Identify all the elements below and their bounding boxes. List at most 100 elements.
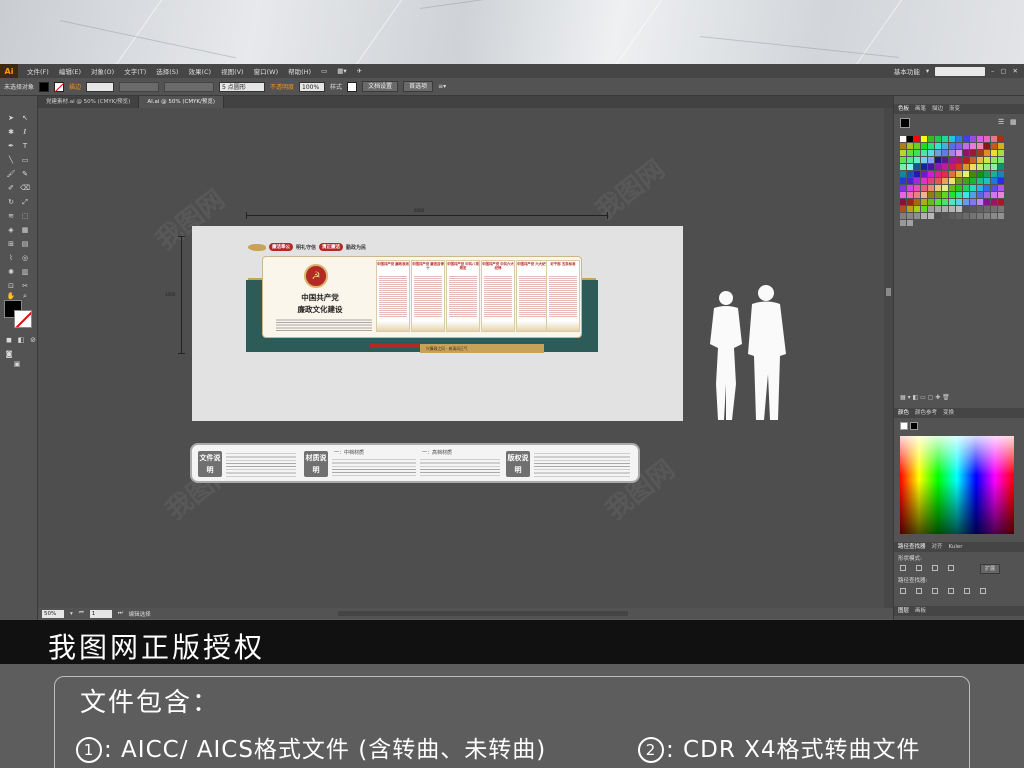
color-swatch[interactable] — [949, 171, 955, 177]
color-swatch[interactable] — [977, 185, 983, 191]
color-swatch[interactable] — [963, 164, 969, 170]
color-swatch[interactable] — [914, 150, 920, 156]
crop-icon[interactable] — [948, 588, 954, 594]
opacity-field[interactable]: 100% — [299, 81, 326, 92]
color-swatch[interactable] — [914, 136, 920, 142]
artboard-tool-icon[interactable]: ⊡ — [6, 282, 16, 291]
color-swatch[interactable] — [942, 150, 948, 156]
color-swatch[interactable] — [956, 150, 962, 156]
color-swatch[interactable] — [991, 150, 997, 156]
color-swatch[interactable] — [998, 157, 1004, 163]
color-swatch[interactable] — [900, 157, 906, 163]
color-swatch[interactable] — [907, 136, 913, 142]
color-swatch[interactable] — [928, 143, 934, 149]
menu-help[interactable]: 帮助(H) — [283, 66, 316, 76]
color-swatch[interactable] — [928, 199, 934, 205]
color-swatch[interactable] — [956, 136, 962, 142]
horizontal-scrollbar[interactable] — [338, 611, 628, 616]
color-swatch[interactable] — [928, 164, 934, 170]
grid-view-icon[interactable]: ▦ — [1010, 118, 1017, 126]
color-swatch[interactable] — [970, 164, 976, 170]
tab-brushes[interactable]: 画笔 — [915, 104, 926, 114]
bridge-icon[interactable]: ▭ — [316, 67, 332, 75]
color-swatch[interactable] — [956, 185, 962, 191]
color-swatch[interactable] — [942, 185, 948, 191]
color-swatch[interactable] — [921, 143, 927, 149]
color-swatch[interactable] — [984, 178, 990, 184]
color-swatch[interactable] — [970, 185, 976, 191]
color-swatch[interactable] — [963, 199, 969, 205]
trim-icon[interactable] — [916, 588, 922, 594]
color-swatch[interactable] — [956, 143, 962, 149]
color-swatch[interactable] — [907, 150, 913, 156]
color-swatch[interactable] — [998, 136, 1004, 142]
color-swatch[interactable] — [900, 206, 906, 212]
color-swatch[interactable] — [935, 178, 941, 184]
color-swatch[interactable] — [991, 136, 997, 142]
color-swatch[interactable] — [991, 157, 997, 163]
color-swatch[interactable] — [991, 178, 997, 184]
color-swatch[interactable] — [907, 171, 913, 177]
color-swatch[interactable] — [963, 206, 969, 212]
color-swatch[interactable] — [970, 206, 976, 212]
scale-tool-icon[interactable]: ⤢ — [20, 198, 30, 207]
tab-align[interactable]: 对齐 — [932, 542, 943, 552]
menu-type[interactable]: 文字(T) — [119, 66, 151, 76]
color-swatch[interactable] — [984, 206, 990, 212]
color-swatch[interactable] — [900, 171, 906, 177]
color-swatch[interactable] — [956, 213, 962, 219]
tab-color[interactable]: 颜色 — [898, 408, 909, 418]
color-mode-icon[interactable]: ◼ — [4, 336, 14, 345]
color-swatch[interactable] — [935, 171, 941, 177]
color-swatch[interactable] — [963, 150, 969, 156]
color-swatch[interactable] — [977, 136, 983, 142]
color-swatch[interactable] — [914, 192, 920, 198]
color-fill-preview[interactable] — [910, 422, 918, 430]
color-swatch[interactable] — [984, 213, 990, 219]
color-stroke-preview[interactable] — [900, 422, 908, 430]
type-tool-icon[interactable]: T — [20, 142, 30, 151]
color-swatch[interactable] — [998, 185, 1004, 191]
stroke-swatch[interactable] — [54, 81, 65, 92]
minus-back-icon[interactable] — [980, 588, 986, 594]
shape-builder-tool-icon[interactable]: ◈ — [6, 226, 16, 235]
color-swatch[interactable] — [942, 136, 948, 142]
control-menu-icon[interactable]: ≡▾ — [438, 83, 446, 90]
color-swatch[interactable] — [949, 164, 955, 170]
warp-tool-icon[interactable]: ≋ — [6, 212, 16, 221]
color-swatch[interactable] — [956, 171, 962, 177]
workspace-switcher[interactable]: 基本功能 — [894, 66, 920, 76]
color-swatch[interactable] — [942, 206, 948, 212]
color-swatch[interactable] — [914, 157, 920, 163]
exclude-icon[interactable] — [948, 565, 954, 571]
gradient-mode-icon[interactable]: ◧ — [16, 336, 26, 345]
tab-kuler[interactable]: Kuler — [949, 542, 963, 552]
preferences-button[interactable]: 首选项 — [403, 81, 434, 92]
color-swatch[interactable] — [921, 192, 927, 198]
arrange-icon[interactable]: ▦▾ — [332, 67, 351, 75]
color-swatch[interactable] — [928, 213, 934, 219]
color-swatch[interactable] — [963, 213, 969, 219]
color-swatch[interactable] — [928, 178, 934, 184]
color-swatch[interactable] — [914, 171, 920, 177]
color-swatch[interactable] — [907, 220, 913, 226]
color-swatch[interactable] — [991, 213, 997, 219]
color-swatch[interactable] — [949, 206, 955, 212]
menu-edit[interactable]: 编辑(E) — [54, 66, 86, 76]
color-swatch[interactable] — [998, 192, 1004, 198]
tab-color-guide[interactable]: 颜色参考 — [915, 408, 937, 418]
color-swatch[interactable] — [921, 157, 927, 163]
color-swatch[interactable] — [984, 157, 990, 163]
color-swatch[interactable] — [998, 171, 1004, 177]
color-swatch[interactable] — [970, 171, 976, 177]
color-swatch[interactable] — [977, 150, 983, 156]
color-swatch[interactable] — [949, 213, 955, 219]
color-swatch[interactable] — [977, 164, 983, 170]
blob-brush-tool-icon[interactable]: ✐ — [6, 184, 16, 193]
color-swatch[interactable] — [998, 199, 1004, 205]
tab-layers[interactable]: 图层 — [898, 606, 909, 616]
minimize-icon[interactable]: – — [991, 67, 994, 75]
color-swatch[interactable] — [970, 143, 976, 149]
color-swatch[interactable] — [977, 157, 983, 163]
color-swatch[interactable] — [935, 213, 941, 219]
